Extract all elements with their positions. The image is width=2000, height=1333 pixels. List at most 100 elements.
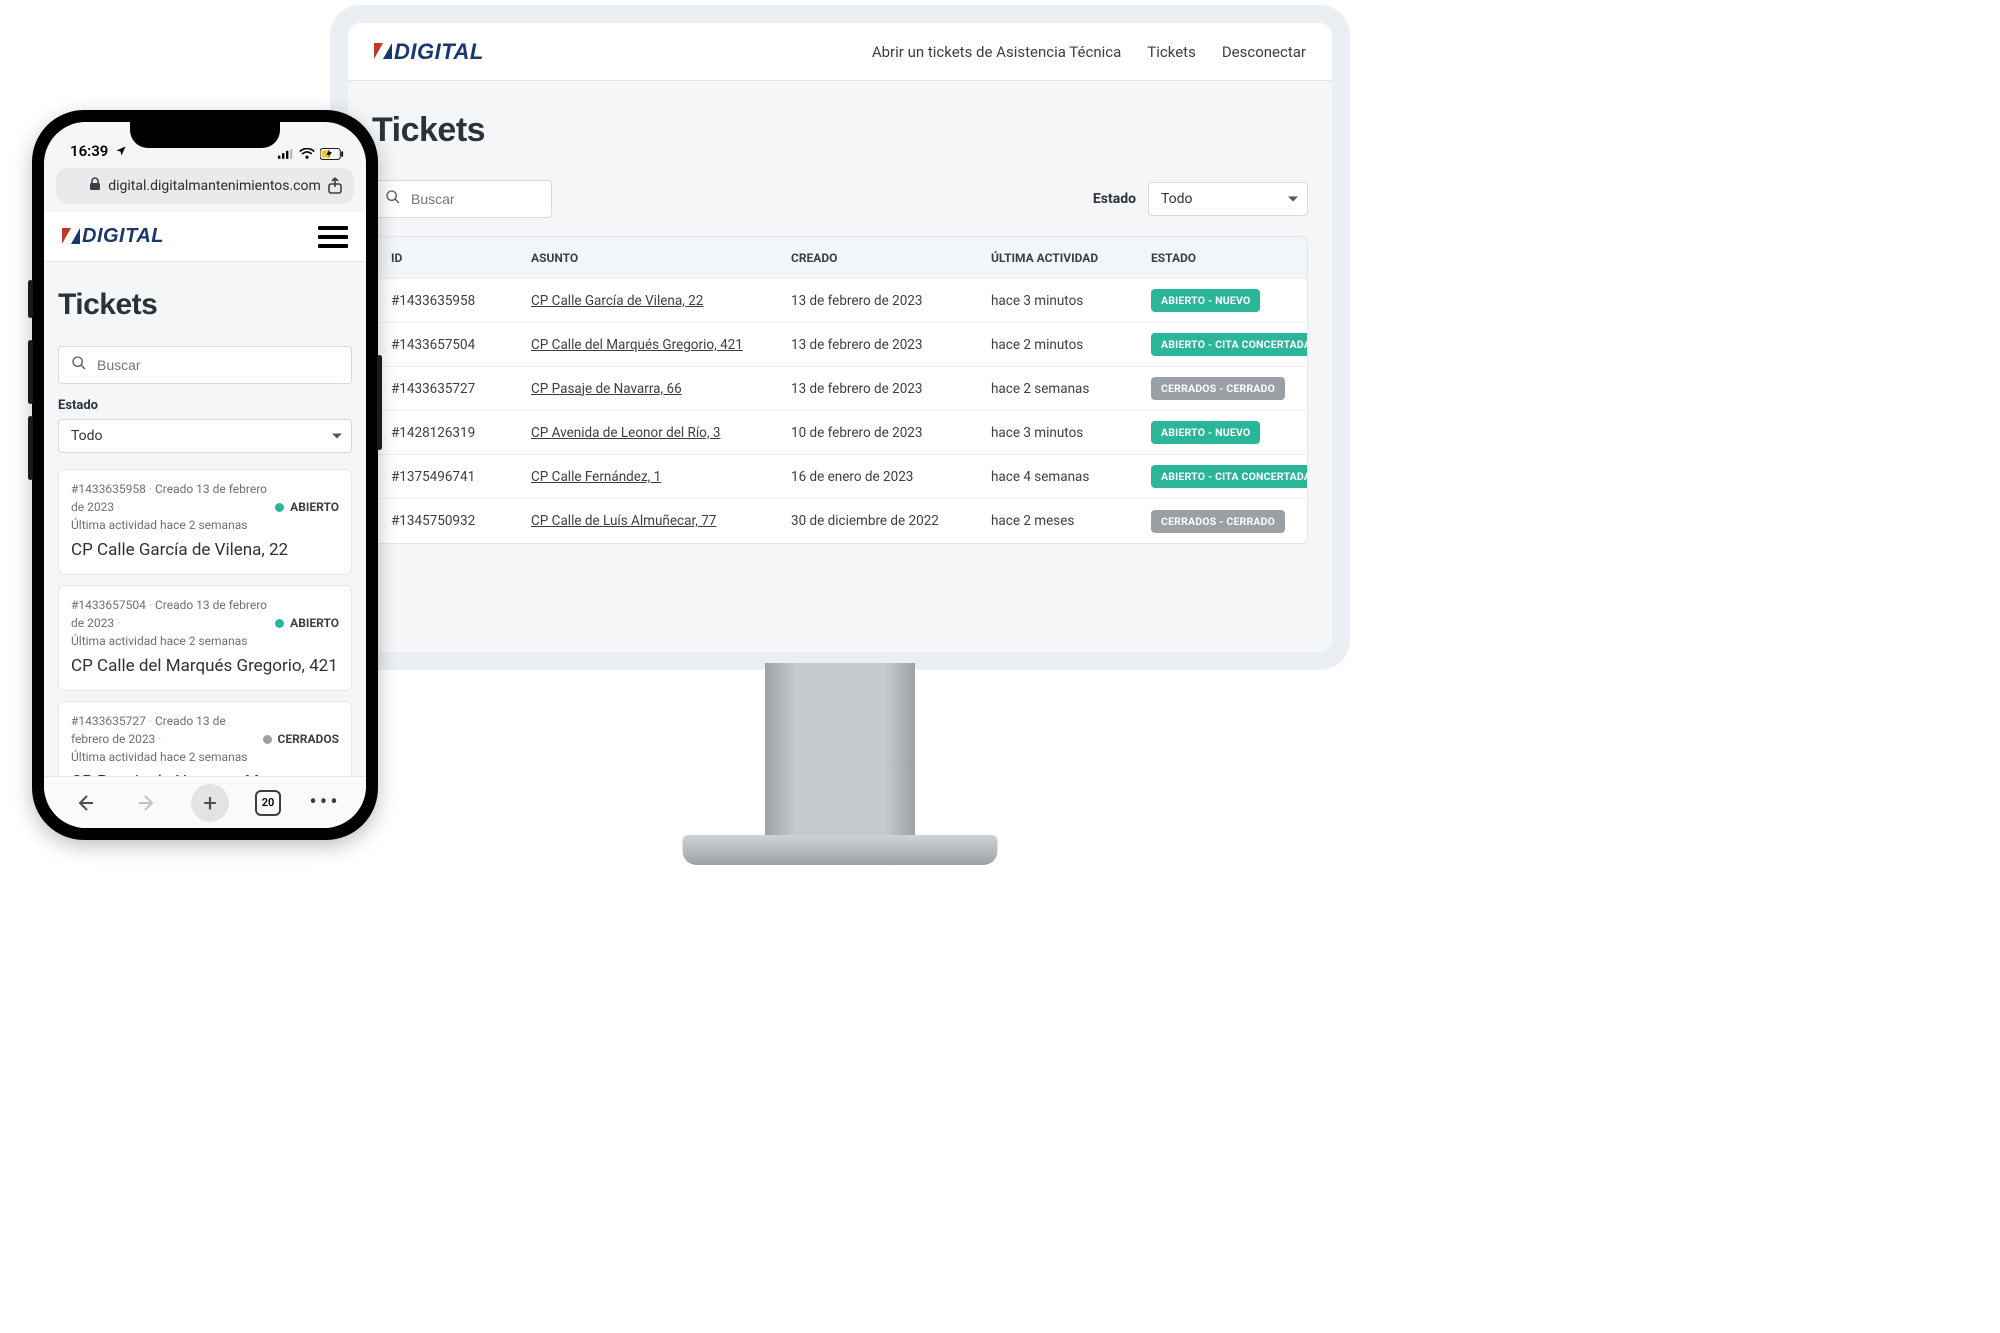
mobile-search: [58, 346, 352, 384]
cell-created: 10 de febrero de 2023: [791, 425, 991, 441]
brand-logo: DIGITAL: [374, 39, 484, 65]
brand-text: DIGITAL: [82, 225, 164, 248]
status-badge: ABIERTO - NUEVO: [1151, 289, 1260, 312]
cell-id: #1433657504: [391, 337, 531, 353]
ticket-card[interactable]: #1433635727Creado 13 de febrero de 2023Ú…: [58, 701, 352, 776]
status-dot-icon: [275, 503, 284, 512]
chevron-down-icon: [332, 434, 342, 439]
col-subject: ASUNTO: [531, 251, 791, 265]
desktop-monitor: DIGITAL Abrir un tickets de Asistencia T…: [330, 5, 1350, 883]
card-activity: Última actividad hace 2 semanas: [71, 518, 247, 532]
status-badge: ABIERTO - CITA CONCERTADA: [1151, 465, 1308, 488]
ticket-card[interactable]: #1433657504Creado 13 de febrero de 2023Ú…: [58, 585, 352, 691]
cell-subject: CP Calle Fernández, 1: [531, 469, 791, 485]
hamburger-menu-button[interactable]: [318, 226, 348, 248]
desktop-header: DIGITAL Abrir un tickets de Asistencia T…: [348, 23, 1332, 81]
nav-open-ticket[interactable]: Abrir un tickets de Asistencia Técnica: [872, 43, 1121, 61]
search-input[interactable]: [97, 357, 339, 373]
status-filter-select[interactable]: Todo: [1148, 182, 1308, 216]
cell-status: ABIERTO - NUEVO: [1151, 421, 1308, 444]
ticket-link[interactable]: CP Calle de Luís Almuñecar, 77: [531, 513, 716, 529]
card-title: CP Calle García de Vilena, 22: [71, 540, 339, 560]
card-status: ABIERTO: [275, 500, 339, 514]
ticket-link[interactable]: CP Calle Fernández, 1: [531, 469, 661, 485]
cell-status: CERRADOS - CERRADO: [1151, 510, 1308, 533]
monitor-base: [683, 835, 998, 865]
status-badge: CERRADOS - CERRADO: [1151, 510, 1285, 533]
tickets-table: ID ASUNTO CREADO ÚLTIMA ACTIVIDAD ESTADO…: [372, 236, 1308, 544]
ticket-link[interactable]: CP Pasaje de Navarra, 66: [531, 381, 682, 397]
card-status-text: CERRADOS: [278, 732, 340, 746]
cell-id: #1433635727: [391, 381, 531, 397]
search-input[interactable]: [411, 191, 539, 207]
status-badge: ABIERTO - NUEVO: [1151, 421, 1260, 444]
cell-activity: hace 3 minutos: [991, 425, 1151, 441]
search-box[interactable]: [58, 346, 352, 384]
nav-tickets[interactable]: Tickets: [1147, 43, 1196, 61]
status-time: 16:39: [70, 142, 108, 160]
desktop-body: Tickets Estado Todo: [348, 81, 1332, 652]
table-row[interactable]: #1433657504CP Calle del Marqués Gregorio…: [373, 323, 1307, 367]
new-tab-button[interactable]: +: [191, 784, 229, 822]
search-box[interactable]: [372, 180, 552, 218]
mobile-body: Tickets Estado Todo #1433635958Creado 13…: [44, 262, 366, 776]
status-badge: ABIERTO - CITA CONCERTADA: [1151, 333, 1308, 356]
nav-logout[interactable]: Desconectar: [1222, 43, 1306, 61]
battery-icon: [320, 148, 344, 160]
browser-forward-button[interactable]: [129, 785, 165, 821]
browser-back-button[interactable]: [67, 785, 103, 821]
desktop-screen: DIGITAL Abrir un tickets de Asistencia T…: [330, 5, 1350, 670]
monitor-stand: [765, 663, 915, 853]
mobile-screen: 16:39 digital.digitalma: [44, 122, 366, 828]
tabs-button[interactable]: 20: [255, 790, 281, 816]
cell-subject: CP Pasaje de Navarra, 66: [531, 381, 791, 397]
cell-id: #1433635958: [391, 293, 531, 309]
status-filter-label: Estado: [1093, 191, 1136, 207]
wifi-icon: [299, 148, 315, 160]
brand-mark-icon: [62, 228, 80, 246]
browser-menu-button[interactable]: •••: [307, 785, 343, 821]
table-row[interactable]: #1433635727CP Pasaje de Navarra, 6613 de…: [373, 367, 1307, 411]
browser-address-bar[interactable]: digital.digitalmantenimientos.com: [56, 168, 354, 204]
share-icon[interactable]: [326, 177, 344, 195]
desktop-nav: Abrir un tickets de Asistencia Técnica T…: [872, 43, 1306, 61]
search-icon: [71, 355, 87, 375]
card-meta: #1433657504Creado 13 de febrero de 2023Ú…: [71, 596, 275, 650]
status-filter-value: Todo: [71, 428, 103, 444]
cell-activity: hace 2 semanas: [991, 381, 1151, 397]
cell-status: ABIERTO - NUEVO: [1151, 289, 1308, 312]
card-meta: #1433635727Creado 13 de febrero de 2023Ú…: [71, 712, 263, 766]
ticket-link[interactable]: CP Avenida de Leonor del Río, 3: [531, 425, 720, 441]
status-filter: Estado Todo: [1093, 182, 1308, 216]
phone-side-button: [28, 340, 33, 404]
location-icon: [113, 145, 129, 157]
phone-side-button: [28, 416, 33, 480]
table-row[interactable]: #1375496741CP Calle Fernández, 116 de en…: [373, 455, 1307, 499]
table-row[interactable]: #1345750932CP Calle de Luís Almuñecar, 7…: [373, 499, 1307, 543]
card-status-text: ABIERTO: [290, 500, 339, 514]
status-filter-select[interactable]: Todo: [58, 419, 352, 453]
ticket-card[interactable]: #1433635958Creado 13 de febrero de 2023Ú…: [58, 469, 352, 575]
page-title: Tickets: [372, 111, 1308, 150]
table-row[interactable]: #1428126319CP Avenida de Leonor del Río,…: [373, 411, 1307, 455]
brand-text: DIGITAL: [394, 39, 484, 65]
phone-notch: [130, 122, 280, 148]
phone-side-button: [28, 280, 33, 318]
cell-activity: hace 3 minutos: [991, 293, 1151, 309]
mobile-status-filter: Estado Todo: [58, 398, 352, 453]
cell-created: 13 de febrero de 2023: [791, 337, 991, 353]
card-id: #1433635958: [71, 482, 146, 496]
card-status: CERRADOS: [263, 732, 340, 746]
mobile-phone: 16:39 digital.digitalma: [32, 110, 378, 840]
col-activity: ÚLTIMA ACTIVIDAD: [991, 251, 1151, 265]
table-row[interactable]: #1433635958CP Calle García de Vilena, 22…: [373, 279, 1307, 323]
cell-subject: CP Calle del Marqués Gregorio, 421: [531, 337, 791, 353]
cell-created: 30 de diciembre de 2022: [791, 513, 991, 529]
ticket-link[interactable]: CP Calle García de Vilena, 22: [531, 293, 703, 309]
phone-side-button: [377, 355, 382, 450]
col-id: ID: [391, 251, 531, 265]
cell-status: CERRADOS - CERRADO: [1151, 377, 1308, 400]
ticket-link[interactable]: CP Calle del Marqués Gregorio, 421: [531, 337, 743, 353]
status-filter-value: Todo: [1161, 191, 1193, 207]
cell-subject: CP Calle de Luís Almuñecar, 77: [531, 513, 791, 529]
